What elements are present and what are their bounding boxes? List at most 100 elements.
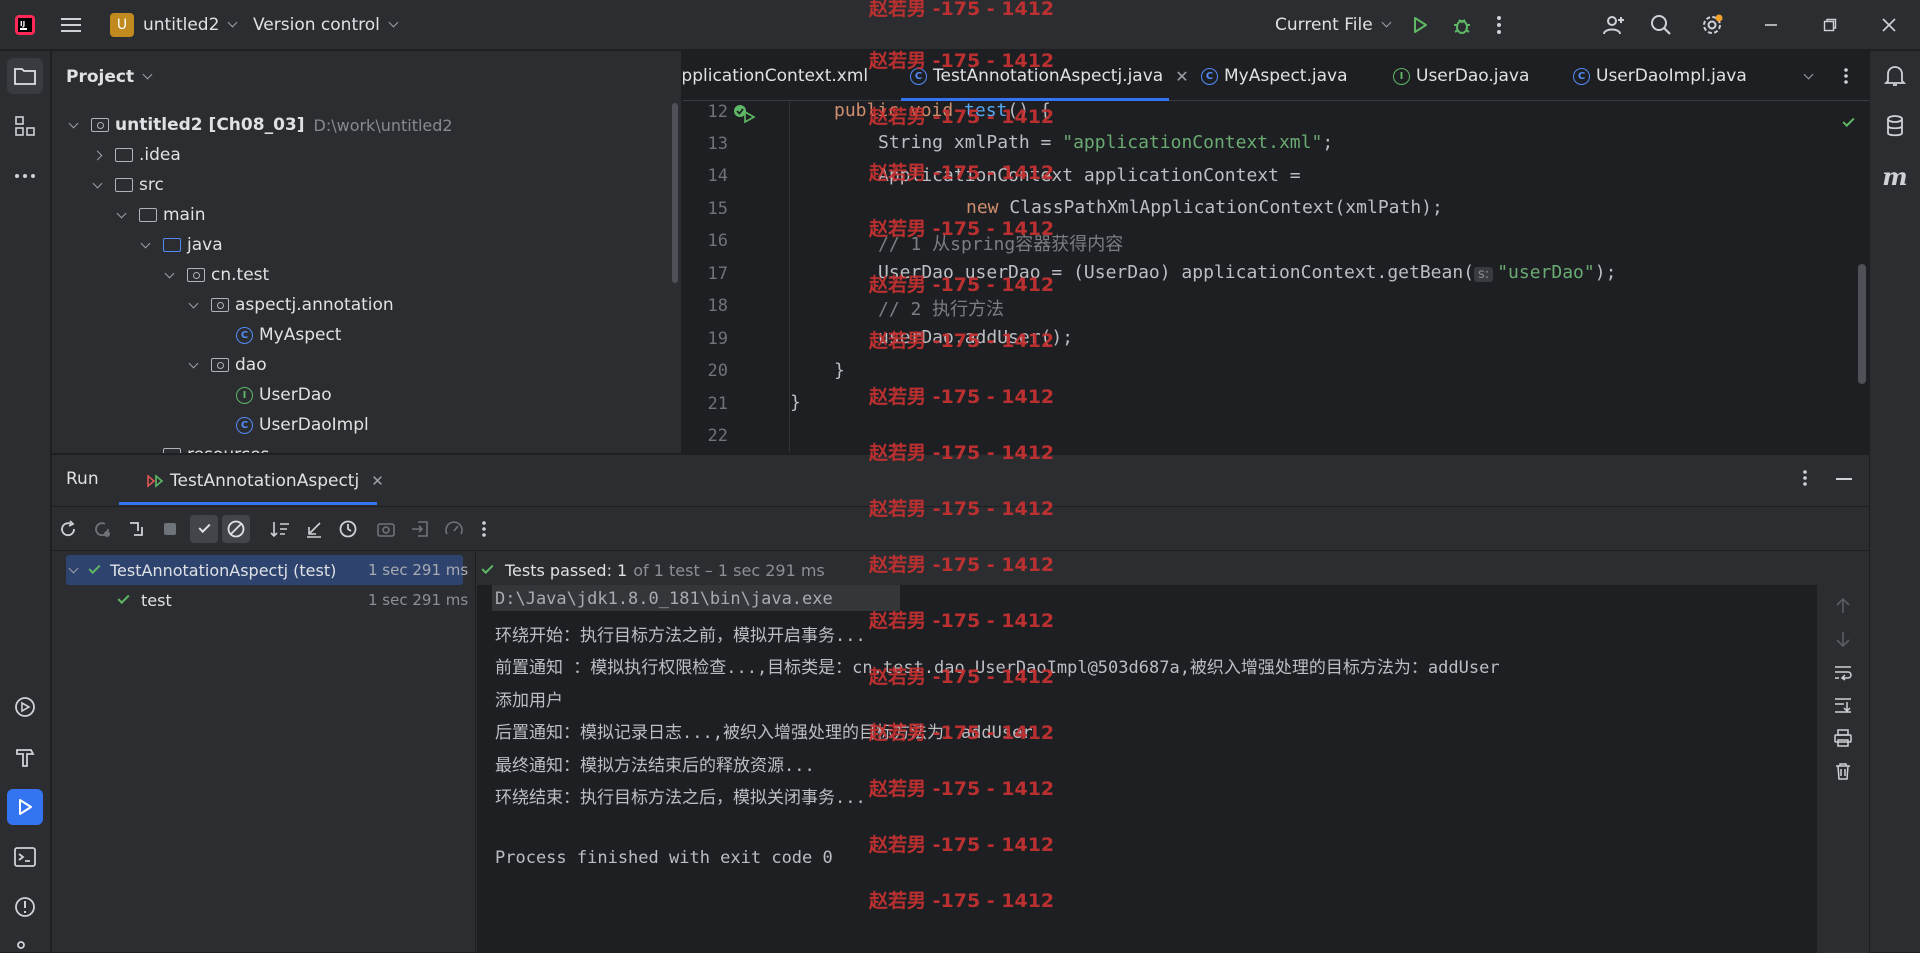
- tree-item-myaspect[interactable]: C MyAspect: [236, 320, 341, 350]
- settings-button[interactable]: [1700, 0, 1724, 50]
- clear-all-button[interactable]: [1834, 762, 1852, 780]
- code-line-16[interactable]: // 1 从spring容器获得内容: [878, 230, 1123, 256]
- version-control-tool-button[interactable]: [7, 935, 43, 953]
- debug-button[interactable]: [1451, 0, 1473, 50]
- test-case-row[interactable]: test: [117, 585, 172, 615]
- run-panel-options-button[interactable]: [1802, 469, 1808, 487]
- bell-icon: [1884, 66, 1906, 86]
- code-line-19[interactable]: userDao.addUser();: [878, 327, 1073, 348]
- run-tool-button[interactable]: [7, 789, 43, 825]
- editor-scrollbar[interactable]: [1858, 264, 1866, 384]
- console-output[interactable]: D:\Java\jdk1.8.0_181\bin\java.exe 环绕开始：执…: [477, 585, 1869, 953]
- chevron-down-icon: [164, 268, 175, 278]
- close-tab-icon[interactable]: ✕: [1175, 67, 1188, 86]
- print-button[interactable]: [1834, 729, 1852, 747]
- tab-overflow-button[interactable]: [1803, 51, 1814, 101]
- code-line-17[interactable]: UserDao userDao = (UserDao) applicationC…: [878, 262, 1616, 283]
- rerun-failed-button[interactable]: [88, 515, 116, 543]
- structure-tool-button[interactable]: [7, 108, 43, 144]
- tree-item-dao[interactable]: dao: [188, 350, 267, 380]
- project-tool-button[interactable]: [7, 58, 43, 94]
- tree-item-userdao[interactable]: I UserDao: [236, 380, 332, 410]
- tab-applicationcontext-xml[interactable]: applicationContext.xml: [683, 51, 868, 101]
- project-switcher[interactable]: U untitled2: [110, 0, 238, 50]
- editor-more-button[interactable]: [1843, 51, 1849, 101]
- project-scrollbar[interactable]: [672, 103, 678, 283]
- notifications-button[interactable]: [1877, 58, 1913, 94]
- gear-icon: [1703, 14, 1723, 34]
- maven-tool-button[interactable]: m: [1877, 158, 1913, 194]
- scroll-down-button[interactable]: [1834, 630, 1852, 648]
- run-config-tab[interactable]: TestAnnotationAspectj ✕: [134, 463, 396, 499]
- build-tool-button[interactable]: [7, 739, 43, 775]
- tab-userdaoimpl[interactable]: C UserDaoImpl.java: [1573, 51, 1747, 101]
- database-icon: [1887, 115, 1903, 137]
- code-with-me-button[interactable]: [1602, 0, 1626, 50]
- tree-item-src[interactable]: src: [92, 170, 164, 200]
- code-text: ApplicationContext applicationContext =: [878, 165, 1301, 186]
- tab-testannotationaspectj[interactable]: C TestAnnotationAspectj.java ✕: [910, 51, 1189, 101]
- code-line-18[interactable]: // 2 执行方法: [878, 295, 1004, 321]
- terminal-icon: [14, 847, 36, 867]
- problems-tool-button[interactable]: [7, 889, 43, 925]
- show-passed-toggle[interactable]: [190, 515, 218, 543]
- code-line-21[interactable]: }: [790, 392, 801, 413]
- code-line-12[interactable]: public void test() {: [834, 100, 1051, 121]
- tab-userdao[interactable]: I UserDao.java: [1393, 51, 1529, 101]
- hide-panel-button[interactable]: [1836, 478, 1852, 480]
- toggle-auto-test-button[interactable]: [122, 515, 150, 543]
- soft-wrap-button[interactable]: [1834, 663, 1852, 681]
- tree-item-userdaoimpl[interactable]: C UserDaoImpl: [236, 410, 369, 440]
- run-button[interactable]: [1410, 0, 1430, 50]
- app-logo-icon[interactable]: IJ: [14, 0, 36, 50]
- tree-item-aspectj-annotation[interactable]: aspectj.annotation: [188, 290, 394, 320]
- splitter[interactable]: [475, 551, 476, 953]
- tree-item-idea[interactable]: .idea: [92, 140, 181, 170]
- tree-item-untitled2[interactable]: untitled2 [Ch08_03] D:\work\untitled2: [68, 110, 453, 140]
- coverage-button[interactable]: [440, 515, 468, 543]
- tab-myaspect[interactable]: C MyAspect.java: [1201, 51, 1348, 101]
- more-vertical-icon: [1803, 470, 1807, 486]
- services-tool-button[interactable]: [7, 689, 43, 725]
- tab-label: TestAnnotationAspectj.java: [933, 66, 1164, 86]
- restore-button[interactable]: [1823, 0, 1837, 50]
- show-ignored-toggle[interactable]: [222, 515, 250, 543]
- database-tool-button[interactable]: [1877, 108, 1913, 144]
- collapse-all-button[interactable]: [300, 515, 328, 543]
- tree-item-label: java: [187, 235, 223, 255]
- code-line-14[interactable]: ApplicationContext applicationContext =: [878, 165, 1301, 186]
- main-menu-button[interactable]: [60, 0, 82, 50]
- code-string: "applicationContext.xml": [1062, 132, 1323, 153]
- search-button[interactable]: [1650, 0, 1672, 50]
- toolbar-more-button[interactable]: [470, 515, 498, 543]
- run-test-gutter-icon[interactable]: [733, 104, 757, 124]
- test-suite-row[interactable]: TestAnnotationAspectj (test): [68, 555, 337, 585]
- project-panel-title[interactable]: Project: [66, 61, 153, 93]
- code-text: () {: [1007, 100, 1051, 121]
- version-control-menu[interactable]: Version control: [253, 0, 399, 50]
- terminal-tool-button[interactable]: [7, 839, 43, 875]
- code-line-15[interactable]: new ClassPathXmlApplicationContext(xmlPa…: [966, 197, 1443, 218]
- export-results-button[interactable]: [372, 515, 400, 543]
- stop-button[interactable]: [156, 515, 184, 543]
- code-line-20[interactable]: }: [834, 360, 845, 381]
- tree-item-cn-test[interactable]: cn.test: [164, 260, 269, 290]
- tree-item-java[interactable]: java: [140, 230, 223, 260]
- import-results-button[interactable]: [406, 515, 434, 543]
- code-line-13[interactable]: String xmlPath = "applicationContext.xml…: [878, 132, 1333, 153]
- minimize-button[interactable]: [1764, 0, 1778, 50]
- tree-item-resources[interactable]: resources: [140, 440, 269, 453]
- rerun-button[interactable]: [54, 515, 82, 543]
- scroll-up-button[interactable]: [1834, 597, 1852, 615]
- tree-item-main[interactable]: main: [116, 200, 205, 230]
- scroll-to-end-button[interactable]: [1834, 696, 1852, 714]
- more-tools-button[interactable]: [7, 158, 43, 194]
- close-window-button[interactable]: [1882, 0, 1896, 50]
- more-actions-button[interactable]: [1496, 0, 1502, 50]
- no-problems-icon[interactable]: [1842, 109, 1855, 128]
- test-history-button[interactable]: [334, 515, 362, 543]
- close-tab-icon[interactable]: ✕: [371, 472, 384, 490]
- test-suite-label: TestAnnotationAspectj (test): [110, 560, 337, 580]
- run-config-selector[interactable]: Current File: [1275, 0, 1392, 50]
- sort-alphabetically-button[interactable]: [266, 515, 294, 543]
